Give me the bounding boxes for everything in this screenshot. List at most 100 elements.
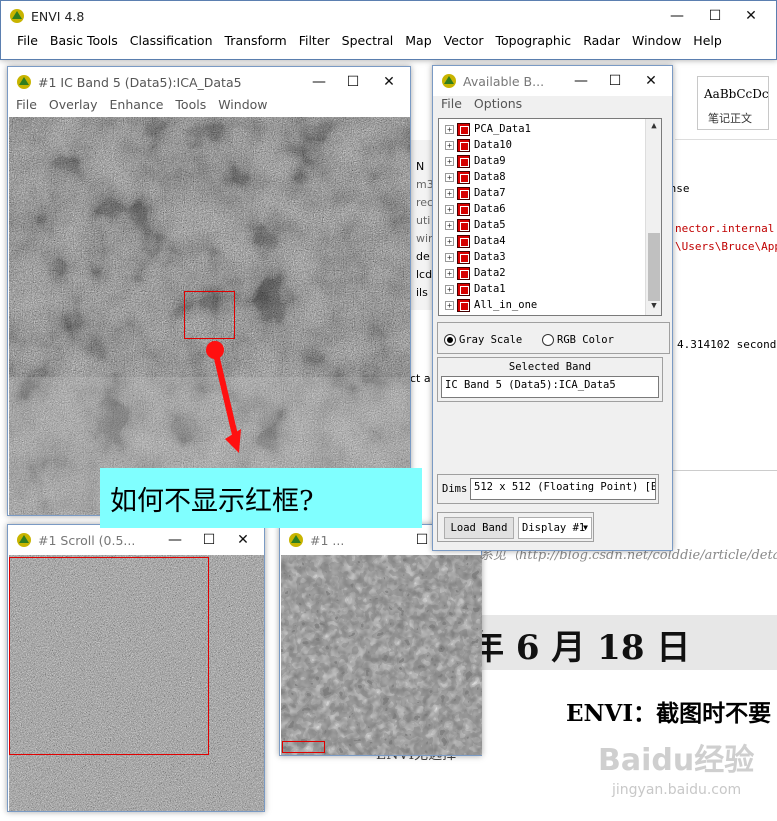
expand-icon[interactable]: + [445, 156, 454, 166]
maximize-icon[interactable]: ☐ [192, 525, 226, 555]
dims-field: 512 x 512 (Floating Point) [BS [470, 478, 656, 500]
tree-item-label: PCA_Data1 [474, 123, 531, 135]
maximize-icon[interactable]: ☐ [598, 66, 632, 96]
tree-item[interactable]: + Data8 [439, 169, 506, 185]
tree-item[interactable]: + Data9 [439, 153, 506, 169]
menu-classification[interactable]: Classification [124, 33, 219, 53]
style-preview-box[interactable]: AaBbCcDc 笔记正文 [697, 76, 769, 130]
expand-icon[interactable]: + [445, 268, 454, 278]
radio-unselected-icon[interactable] [542, 333, 554, 346]
available-bands-window: Available B... — ☐ ✕ File Options + PCA_D… [432, 65, 673, 551]
tree-item[interactable]: + Data7 [439, 185, 506, 201]
envi-logo-icon [17, 75, 31, 89]
load-band-button[interactable]: Load Band [444, 517, 514, 539]
tree-item[interactable]: + Data5 [439, 217, 506, 233]
expand-icon[interactable]: + [445, 300, 454, 310]
menu-spectral[interactable]: Spectral [336, 33, 400, 53]
minimize-icon[interactable]: — [302, 67, 336, 97]
bands-tree[interactable]: + PCA_Data1 + Data10 + Data9 + Data8 + Data7 … [438, 118, 662, 316]
menu-vector[interactable]: Vector [438, 33, 490, 53]
expand-icon[interactable]: + [445, 172, 454, 182]
menu-basic-tools[interactable]: Basic Tools [44, 33, 124, 53]
gray-scale-option[interactable]: Gray Scale [444, 332, 522, 346]
menu-options[interactable]: Options [468, 96, 528, 118]
tree-item-label: Data6 [474, 203, 506, 215]
radio-selected-icon[interactable] [444, 333, 456, 346]
tree-item[interactable]: + Data1 [439, 281, 506, 297]
panel-item: N [416, 160, 425, 173]
tree-item[interactable]: + All_in_one [439, 297, 537, 313]
minimize-icon[interactable]: — [158, 525, 192, 555]
menu-topographic[interactable]: Topographic [490, 33, 578, 53]
close-icon[interactable]: ✕ [734, 1, 768, 31]
menu-transform[interactable]: Transform [219, 33, 293, 53]
menu-window[interactable]: Window [626, 33, 687, 53]
window-title: Available B... [463, 73, 545, 89]
expand-icon[interactable]: + [445, 204, 454, 214]
scrollbar-thumb[interactable] [648, 233, 660, 301]
expand-icon[interactable]: + [445, 220, 454, 230]
menu-file[interactable]: File [435, 96, 468, 118]
tree-item-label: Data2 [474, 267, 506, 279]
selected-band-group: Selected Band IC Band 5 (Data5):ICA_Data… [437, 357, 663, 402]
envi-main-window: ENVI 4.8 — ☐ ✕ File Basic Tools Classifi… [0, 0, 777, 60]
zoom-image[interactable] [281, 555, 482, 755]
menu-enhance[interactable]: Enhance [104, 97, 170, 117]
menu-window[interactable]: Window [212, 97, 273, 117]
bands-menu-bar: File Options [435, 96, 672, 118]
tree-item[interactable]: + Data4 [439, 233, 506, 249]
file-icon [457, 282, 470, 296]
close-icon[interactable]: ✕ [634, 66, 668, 96]
envi-logo-icon [10, 9, 24, 23]
dims-group: Dims 512 x 512 (Floating Point) [BS [437, 474, 659, 504]
panel-item: de [416, 250, 430, 263]
zoom-location-box[interactable] [184, 291, 235, 339]
display-dropdown[interactable]: Display #1 ▼ [518, 517, 592, 539]
close-icon[interactable]: ✕ [372, 67, 406, 97]
console-line: 4.314102 second [677, 338, 777, 351]
panel-item: ils [416, 286, 428, 299]
tree-item-label: All_in_one [474, 299, 538, 311]
maximize-icon[interactable]: ☐ [698, 1, 732, 31]
tree-item[interactable]: + Data6 [439, 201, 506, 217]
zoom-control-box[interactable] [282, 741, 325, 753]
scroll-down-icon[interactable]: ▼ [646, 301, 661, 315]
menu-file[interactable]: File [10, 97, 43, 117]
console-line: nector.internal. [675, 222, 777, 235]
selected-band-field: IC Band 5 (Data5):ICA_Data5 [441, 376, 659, 398]
display-dropdown-label: Display #1 [522, 522, 586, 534]
expand-icon[interactable]: + [445, 124, 454, 134]
tree-item[interactable]: + Data10 [439, 137, 512, 153]
menu-radar[interactable]: Radar [577, 33, 626, 53]
minimize-icon[interactable]: — [564, 66, 598, 96]
menu-map[interactable]: Map [399, 33, 437, 53]
menu-help[interactable]: Help [687, 33, 728, 53]
scroll-window: #1 Scroll (0.5... — ☐ ✕ [7, 524, 265, 812]
tree-item[interactable]: + PCA_Data1 [439, 121, 531, 137]
satellite-image[interactable] [9, 117, 410, 515]
scroll-image[interactable] [9, 555, 264, 811]
tree-item[interactable]: + Data3 [439, 249, 506, 265]
expand-icon[interactable]: + [445, 236, 454, 246]
minimize-icon[interactable]: — [660, 1, 694, 31]
scroll-up-icon[interactable]: ▲ [646, 121, 661, 135]
date-heading: 年 6 月 18 日 [470, 628, 691, 668]
menu-filter[interactable]: Filter [293, 33, 336, 53]
file-icon [457, 250, 470, 264]
scroll-view-box[interactable] [9, 557, 209, 755]
expand-icon[interactable]: + [445, 188, 454, 198]
menu-file[interactable]: File [11, 33, 44, 53]
tree-item-label: Data1 [474, 283, 506, 295]
tree-item[interactable]: + Data2 [439, 265, 506, 281]
tree-item-label: Data8 [474, 171, 506, 183]
menu-overlay[interactable]: Overlay [43, 97, 104, 117]
expand-icon[interactable]: + [445, 284, 454, 294]
tree-scrollbar[interactable]: ▲ ▼ [645, 119, 661, 315]
maximize-icon[interactable]: ☐ [336, 67, 370, 97]
menu-tools[interactable]: Tools [169, 97, 212, 117]
file-icon [457, 186, 470, 200]
expand-icon[interactable]: + [445, 252, 454, 262]
close-icon[interactable]: ✕ [226, 525, 260, 555]
expand-icon[interactable]: + [445, 140, 454, 150]
rgb-color-option[interactable]: RGB Color [542, 332, 614, 346]
